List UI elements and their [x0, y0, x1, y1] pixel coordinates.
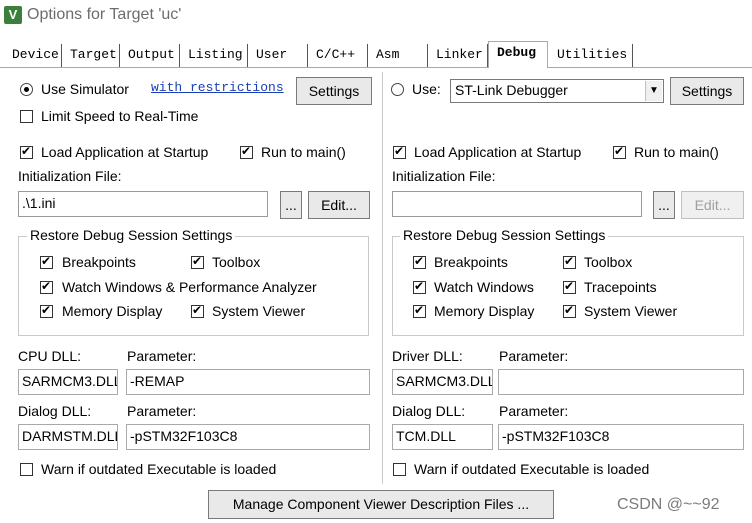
right-tracepoints-checkbox[interactable]: [563, 279, 576, 294]
left-dialog-param-input[interactable]: -pSTM32F103C8: [126, 424, 370, 450]
right-init-file-label: Initialization File:: [392, 168, 496, 184]
driver-dll-label: Driver DLL:: [392, 348, 463, 364]
cpu-param-label: Parameter:: [127, 348, 197, 364]
chevron-down-icon[interactable]: ▼: [645, 81, 662, 101]
driver-dll-input[interactable]: SARMCM3.DLL: [392, 369, 493, 395]
limit-speed-checkbox[interactable]: [20, 110, 33, 123]
left-toolbox-label: Toolbox: [212, 254, 261, 270]
left-memory-display-label: Memory Display: [62, 303, 163, 319]
tab-c-cpp[interactable]: C/C++: [308, 44, 368, 67]
right-dialog-dll-input[interactable]: TCM.DLL: [392, 424, 493, 450]
limit-speed-label: Limit Speed to Real-Time: [41, 108, 199, 124]
right-breakpoints-checkbox[interactable]: [413, 254, 426, 269]
with-restrictions-link[interactable]: with restrictions: [151, 80, 284, 95]
left-init-edit-button[interactable]: Edit...: [308, 191, 370, 219]
left-toolbox-checkbox[interactable]: [191, 254, 204, 269]
left-system-viewer-label: System Viewer: [212, 303, 306, 319]
use-debugger-label: Use:: [412, 81, 441, 97]
cpu-param-input[interactable]: -REMAP: [126, 369, 370, 395]
right-watch-windows-checkbox[interactable]: [413, 279, 426, 294]
use-simulator-radio[interactable]: [20, 83, 33, 96]
simulator-settings-button[interactable]: Settings: [296, 77, 372, 105]
debugger-settings-button[interactable]: Settings: [670, 77, 744, 105]
cpu-dll-input[interactable]: SARMCM3.DLL: [18, 369, 118, 395]
csdn-watermark: CSDN @~~92: [617, 496, 720, 513]
left-breakpoints-label: Breakpoints: [62, 254, 136, 270]
right-system-viewer-label: System Viewer: [584, 303, 678, 319]
driver-param-label: Parameter:: [499, 348, 569, 364]
right-dialog-param-input[interactable]: -pSTM32F103C8: [498, 424, 744, 450]
right-dialog-dll-label: Dialog DLL:: [392, 403, 466, 419]
right-init-browse-button[interactable]: ...: [653, 191, 675, 219]
tab-linker[interactable]: Linker: [428, 44, 488, 67]
tab-output[interactable]: Output: [120, 44, 180, 67]
right-run-to-main-checkbox[interactable]: [613, 144, 626, 159]
left-system-viewer-checkbox[interactable]: [191, 303, 204, 318]
left-breakpoints-checkbox[interactable]: [40, 254, 53, 269]
right-toolbox-label: Toolbox: [584, 254, 633, 270]
right-system-viewer-checkbox[interactable]: [563, 303, 576, 318]
keil-app-icon: V: [4, 6, 22, 24]
left-init-browse-button[interactable]: ...: [280, 191, 302, 219]
right-tracepoints-label: Tracepoints: [584, 279, 657, 295]
window-title: Options for Target 'uc': [27, 6, 182, 23]
driver-param-input[interactable]: [498, 369, 744, 395]
left-load-app-label: Load Application at Startup: [41, 144, 209, 160]
right-toolbox-checkbox[interactable]: [563, 254, 576, 269]
debugger-select[interactable]: ST-Link Debugger ▼: [450, 79, 664, 103]
right-dialog-param-label: Parameter:: [499, 403, 569, 419]
right-memory-display-checkbox[interactable]: [413, 303, 426, 318]
use-debugger-radio[interactable]: [391, 83, 404, 96]
right-load-app-label: Load Application at Startup: [414, 144, 582, 160]
left-init-file-label: Initialization File:: [18, 168, 122, 184]
right-breakpoints-label: Breakpoints: [434, 254, 508, 270]
right-memory-display-label: Memory Display: [434, 303, 535, 319]
left-run-to-main-label: Run to main(): [261, 144, 346, 160]
tab-asm[interactable]: Asm: [368, 44, 428, 67]
right-watch-windows-label: Watch Windows: [434, 279, 534, 295]
right-load-app-checkbox[interactable]: [393, 144, 406, 159]
tab-utilities[interactable]: Utilities: [549, 44, 633, 67]
tab-strip: Device Target Output Listing User C/C++ …: [0, 41, 752, 68]
tab-target[interactable]: Target: [62, 44, 120, 67]
right-warn-outdated-label: Warn if outdated Executable is loaded: [414, 461, 650, 477]
tab-debug[interactable]: Debug: [488, 41, 548, 68]
tab-listing[interactable]: Listing: [180, 44, 248, 67]
cpu-dll-label: CPU DLL:: [18, 348, 82, 364]
left-load-app-checkbox[interactable]: [20, 144, 33, 159]
left-run-to-main-checkbox[interactable]: [240, 144, 253, 159]
left-dialog-dll-label: Dialog DLL:: [18, 403, 92, 419]
panel-divider: [382, 72, 383, 484]
tab-baseline: [0, 67, 752, 68]
left-warn-outdated-label: Warn if outdated Executable is loaded: [41, 461, 277, 477]
left-dialog-dll-input[interactable]: DARMSTM.DLL: [18, 424, 118, 450]
left-watch-windows-checkbox[interactable]: [40, 279, 53, 294]
tab-device[interactable]: Device: [4, 44, 62, 67]
right-init-edit-button[interactable]: Edit...: [681, 191, 744, 219]
right-restore-group-title: Restore Debug Session Settings: [400, 227, 609, 243]
use-simulator-label: Use Simulator: [41, 81, 129, 97]
left-init-file-input[interactable]: .\1.ini: [18, 191, 268, 217]
right-init-file-input[interactable]: [392, 191, 642, 217]
left-dialog-param-label: Parameter:: [127, 403, 197, 419]
right-warn-outdated-checkbox[interactable]: [393, 463, 406, 476]
left-warn-outdated-checkbox[interactable]: [20, 463, 33, 476]
left-watch-windows-label: Watch Windows & Performance Analyzer: [62, 279, 317, 295]
left-memory-display-checkbox[interactable]: [40, 303, 53, 318]
debugger-select-value: ST-Link Debugger: [455, 82, 568, 98]
left-restore-group-title: Restore Debug Session Settings: [27, 227, 236, 243]
tab-user[interactable]: User: [248, 44, 308, 67]
right-run-to-main-label: Run to main(): [634, 144, 719, 160]
manage-component-viewer-button[interactable]: Manage Component Viewer Description File…: [208, 490, 554, 519]
